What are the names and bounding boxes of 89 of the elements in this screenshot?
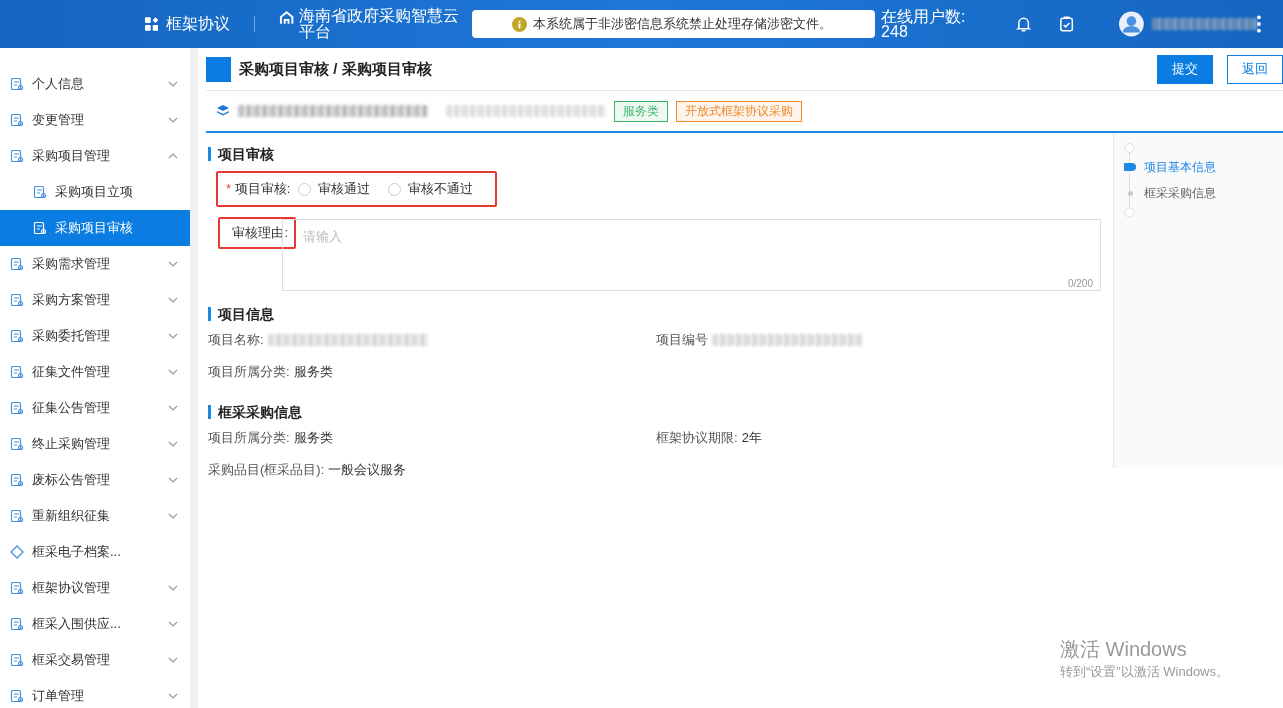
bell-icon[interactable] (1015, 15, 1033, 33)
document-icon (10, 581, 24, 595)
grid-icon (145, 17, 159, 31)
sidebar-item[interactable]: 采购委托管理 (0, 318, 190, 354)
field-value: 服务类 (293, 363, 333, 381)
document-icon (10, 257, 24, 271)
chevron-down-icon (168, 369, 178, 375)
chevron-down-icon (168, 297, 178, 303)
submit-button[interactable]: 提交 (1157, 54, 1213, 84)
chevron-down-icon (168, 117, 178, 123)
breadcrumb: 采购项目审核 / 采购项目审核 (239, 59, 433, 79)
chevron-down-icon (168, 333, 178, 339)
chevron-up-icon (168, 153, 178, 159)
field-label: 框架协议期限: (656, 429, 738, 447)
document-icon (10, 149, 24, 163)
field-value: 服务类 (293, 429, 333, 447)
sidebar-item[interactable]: 终止采购管理 (0, 426, 190, 462)
chevron-down-icon (168, 621, 178, 627)
chevron-down-icon (168, 693, 178, 699)
document-icon (10, 437, 24, 451)
char-counter: 0/200 (1067, 278, 1093, 289)
sidebar-subitem[interactable]: 采购项目立项 (0, 174, 190, 210)
online-count: 248 (881, 24, 908, 39)
document-icon (10, 473, 24, 487)
sidebar-item[interactable]: 采购方案管理 (0, 282, 190, 318)
sidebar-item[interactable]: 采购需求管理 (0, 246, 190, 282)
sidebar-item[interactable]: 订单管理 (0, 678, 190, 708)
sidebar-item[interactable]: 框采入围供应... (0, 606, 190, 642)
layers-icon (216, 104, 230, 118)
notice-text: 本系统属于非涉密信息系统禁止处理存储涉密文件。 (533, 15, 833, 33)
chevron-down-icon (168, 261, 178, 267)
info-icon (512, 16, 528, 32)
sidebar-item[interactable]: 征集公告管理 (0, 390, 190, 426)
chevron-down-icon (168, 657, 178, 663)
field-label: * 项目审核: (226, 180, 291, 198)
section-title: 项目信息 (208, 307, 1101, 321)
online-label: 在线用户数: (881, 9, 967, 24)
chevron-down-icon (168, 441, 178, 447)
sidebar-item[interactable]: 变更管理 (0, 102, 190, 138)
field-value: 2年 (741, 429, 762, 447)
sidebar-item[interactable]: 废标公告管理 (0, 462, 190, 498)
chevron-down-icon (168, 477, 178, 483)
back-button[interactable]: 返回 (1227, 54, 1283, 84)
radio-option[interactable]: 审核通过 (298, 180, 371, 198)
document-icon (10, 365, 24, 379)
field-label: 项目编号 (656, 331, 708, 349)
home-icon[interactable] (279, 10, 295, 26)
chevron-down-icon (168, 81, 178, 87)
document-icon (10, 113, 24, 127)
diamond-icon (10, 545, 24, 559)
anchor-link[interactable]: 框采采购信息 (1124, 180, 1283, 206)
document-icon (10, 77, 24, 91)
section-title: 项目审核 (208, 147, 1101, 161)
clipboard-check-icon[interactable] (1058, 15, 1076, 33)
document-icon (10, 653, 24, 667)
sidebar-item[interactable]: 征集文件管理 (0, 354, 190, 390)
category-tag: 开放式框架协议采购 (676, 100, 802, 122)
field-label: 项目所属分类: (208, 363, 290, 381)
document-icon (10, 401, 24, 415)
document-icon (10, 617, 24, 631)
document-icon (10, 329, 24, 343)
document-icon (10, 509, 24, 523)
page-marker (206, 56, 231, 82)
sidebar-item[interactable]: 框采交易管理 (0, 642, 190, 678)
more-icon[interactable] (1257, 15, 1261, 33)
sidebar-subitem[interactable]: 采购项目审核 (0, 210, 190, 246)
category-tag: 服务类 (614, 100, 668, 122)
sidebar-item[interactable]: 重新组织征集 (0, 498, 190, 534)
platform-title: 海南省政府采购智慧云平台 (298, 8, 460, 40)
anchor-link[interactable]: 项目基本信息 (1124, 154, 1283, 180)
field-label: 采购品目(框采品目): (208, 461, 325, 479)
watermark-title: 激活 Windows (1060, 637, 1188, 662)
section-title: 框采采购信息 (208, 405, 1101, 419)
sidebar-item[interactable]: 个人信息 (0, 66, 190, 102)
field-label: 项目所属分类: (208, 429, 290, 447)
document-icon (10, 293, 24, 307)
document-icon (10, 689, 24, 703)
radio-option[interactable]: 审核不通过 (388, 180, 474, 198)
field-label: 项目名称: (208, 331, 264, 349)
sidebar-item[interactable]: 框采电子档案... (0, 534, 190, 570)
chevron-down-icon (168, 513, 178, 519)
chevron-down-icon (168, 405, 178, 411)
sidebar-item[interactable]: 采购项目管理 (0, 138, 190, 174)
module-title[interactable]: 框架协议 (166, 13, 231, 35)
field-value: 一般会议服务 (328, 461, 407, 479)
sidebar-item[interactable]: 框架协议管理 (0, 570, 190, 606)
watermark-subtitle: 转到“设置”以激活 Windows。 (1060, 663, 1229, 681)
chevron-down-icon (168, 585, 178, 591)
avatar-icon[interactable] (1119, 11, 1145, 37)
